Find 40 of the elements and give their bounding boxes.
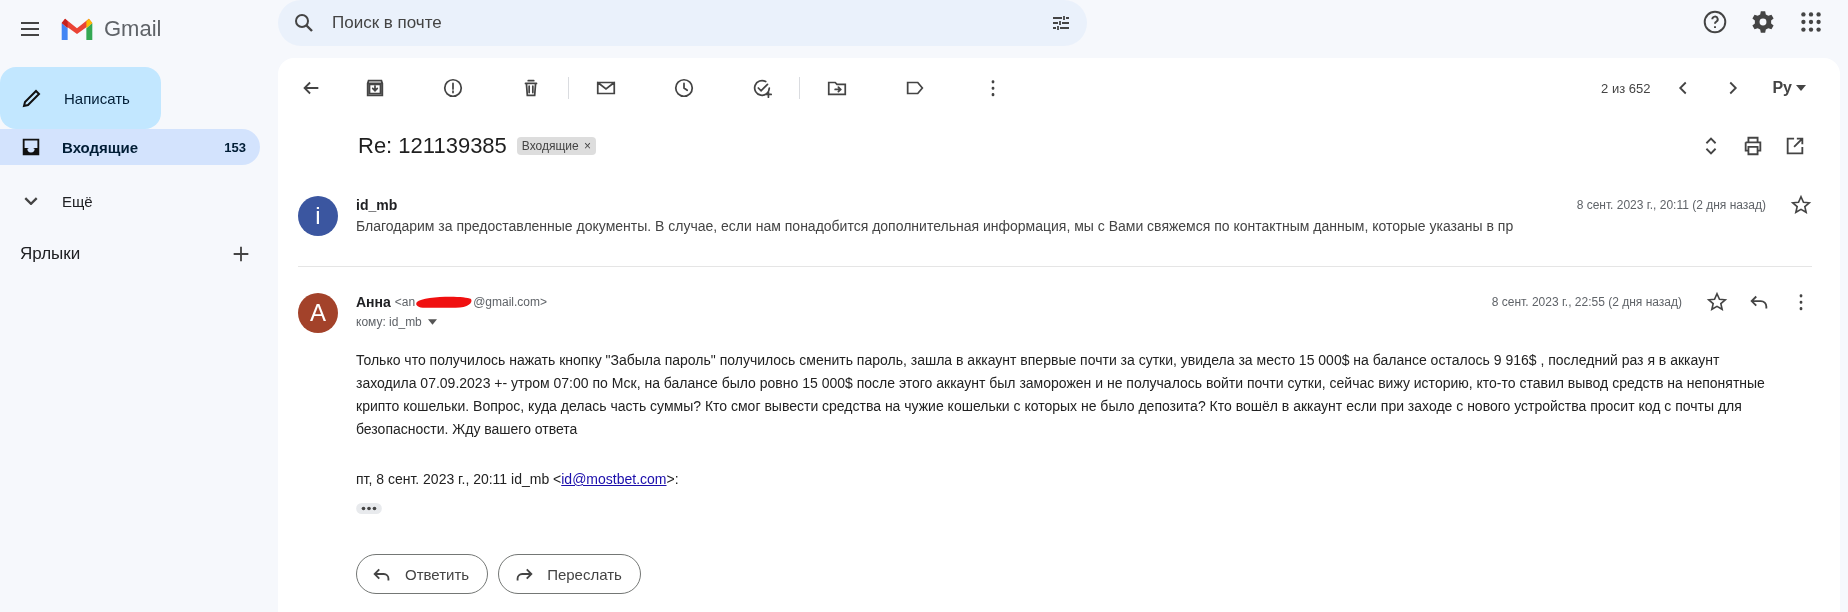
- caret-icon: [1796, 85, 1806, 91]
- inbox-tag: Входящие ×: [516, 137, 597, 155]
- message-date: 8 сент. 2023 г., 22:55 (2 дня назад): [1491, 295, 1682, 309]
- star-icon[interactable]: [1790, 194, 1812, 216]
- pager-count: 2 из 652: [1601, 80, 1651, 96]
- email-link[interactable]: id@mostbet.com: [561, 471, 667, 487]
- app-name: Gmail: [104, 16, 162, 42]
- sidebar-item[interactable]: Ещё: [0, 183, 260, 219]
- labels-heading: Ярлыки: [20, 244, 81, 264]
- inbox-icon: [20, 136, 42, 158]
- help-icon[interactable]: [1702, 9, 1728, 35]
- forward-button[interactable]: Переслать: [498, 554, 641, 594]
- show-trimmed-icon[interactable]: [356, 503, 382, 514]
- sender-name: Анна: [356, 294, 391, 310]
- sender-name: id_mb: [356, 197, 398, 213]
- input-tools-button[interactable]: Ру: [1766, 78, 1812, 98]
- remove-tag-button[interactable]: ×: [584, 139, 592, 153]
- caret-icon[interactable]: [427, 319, 437, 325]
- search-field[interactable]: Поиск в почте: [330, 12, 1035, 34]
- gmail-logo-icon: [60, 16, 94, 42]
- recipient-line: кому: id_mb: [356, 315, 422, 329]
- sender-email: <an: [394, 295, 416, 309]
- message-date: 8 сент. 2023 г., 20:11 (2 дня назад): [1576, 198, 1766, 212]
- apps-grid-icon[interactable]: [1798, 9, 1824, 35]
- message-body: Только что получилось нажать кнопку "Забыла пароль" получилось сменить пароль, зашла в аккаунт впервые почти за сутки, увидела за место 15 000$ на балансе осталось 9 916$ , последний раз я в аккаунт заходила 07.09.2023 +- утром 07:00 по Мск, на балансе было ровно 15 000$ после этого аккаунт был заморожен и не получалось войти почти сутки, сейчас вижу историю, кто-то ставил вывод средств на непонятные крипто кошельки. Вопрос, куда делась часть суммы? Кто смог вывести средства на чужие кошельки с которых не было депозита? Кто вошёл в аккаунт если при заходе с нового устройства просит код с почты для безопасности. Жду вашего ответа: [356, 351, 1766, 439]
- sender-email: @gmail.com>: [473, 295, 548, 309]
- open-new-window-icon[interactable]: [1784, 135, 1806, 157]
- thread-subject: Re: 121139385: [358, 133, 507, 159]
- quote-header: пт, 8 сент. 2023 г., 20:11 id_mb <id@mostbet.com>:: [356, 471, 680, 487]
- print-icon[interactable]: [1742, 135, 1764, 157]
- settings-icon[interactable]: [1750, 9, 1776, 35]
- message-snippet: Благодарим за предоставленные документы. В случае, если нам понадобится дополнительная информация, мы с Вами свяжемся по контактным данным, которые указаны в пр: [356, 218, 1515, 234]
- sidebar-item[interactable]: Входящие 153: [0, 129, 260, 165]
- reply-button[interactable]: Ответить: [356, 554, 489, 594]
- avatar: А: [298, 293, 338, 333]
- avatar: i: [298, 196, 338, 236]
- star-icon[interactable]: [1706, 291, 1728, 313]
- compose-button[interactable]: Написать: [0, 67, 161, 129]
- chevron-down-icon: [24, 197, 38, 205]
- search-bar[interactable]: Поиск в почте: [278, 0, 1087, 46]
